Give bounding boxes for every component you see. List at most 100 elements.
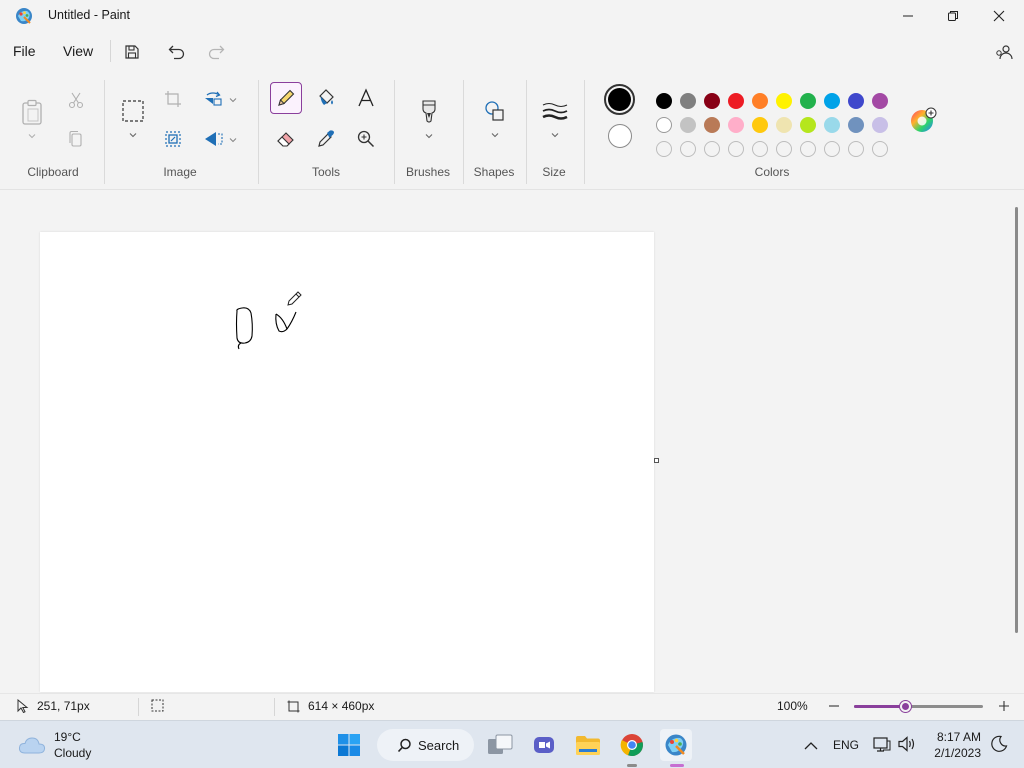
flip-button[interactable] bbox=[197, 123, 229, 155]
palette-swatch[interactable] bbox=[656, 117, 672, 133]
zoom-out-button[interactable] bbox=[826, 698, 842, 714]
brushes-button[interactable] bbox=[413, 94, 445, 130]
palette-swatch[interactable] bbox=[776, 117, 792, 133]
selection-size bbox=[151, 699, 164, 712]
custom-color-slot[interactable] bbox=[680, 141, 696, 157]
shapes-button[interactable] bbox=[479, 94, 511, 128]
canvas-resize-handle[interactable] bbox=[654, 458, 659, 463]
chrome-button[interactable] bbox=[616, 729, 648, 761]
palette-swatch[interactable] bbox=[800, 117, 816, 133]
vertical-scrollbar[interactable] bbox=[1014, 191, 1024, 693]
magnifier-tool-button[interactable] bbox=[350, 123, 382, 155]
pencil-tool-button[interactable] bbox=[270, 82, 302, 114]
moon-icon bbox=[991, 735, 1008, 752]
undo-button[interactable] bbox=[163, 38, 191, 66]
teams-chat-button[interactable] bbox=[528, 729, 560, 761]
text-tool-button[interactable] bbox=[350, 82, 382, 114]
title-bar: Untitled - Paint bbox=[0, 0, 1024, 32]
task-view-button[interactable] bbox=[484, 729, 516, 761]
redo-button[interactable] bbox=[202, 38, 230, 66]
menu-view[interactable]: View bbox=[63, 43, 93, 59]
menu-file[interactable]: File bbox=[13, 43, 36, 59]
color-wheel-icon bbox=[911, 107, 937, 132]
palette-swatch[interactable] bbox=[656, 93, 672, 109]
custom-color-slot[interactable] bbox=[848, 141, 864, 157]
color-picker-tool-button[interactable] bbox=[310, 123, 342, 155]
taskbar-search[interactable]: Search bbox=[377, 729, 474, 761]
flip-chevron-down-icon[interactable] bbox=[228, 135, 238, 145]
palette-swatch[interactable] bbox=[704, 117, 720, 133]
paint-taskbar-button[interactable] bbox=[660, 729, 692, 761]
resize-button[interactable] bbox=[157, 123, 189, 155]
paste-button[interactable] bbox=[16, 94, 48, 130]
palette-swatch[interactable] bbox=[680, 93, 696, 109]
palette-swatch[interactable] bbox=[752, 117, 768, 133]
eraser-icon bbox=[277, 132, 294, 147]
rotate-button[interactable] bbox=[197, 83, 229, 115]
palette-swatch[interactable] bbox=[728, 117, 744, 133]
custom-color-slot[interactable] bbox=[776, 141, 792, 157]
palette-swatch[interactable] bbox=[680, 117, 696, 133]
copy-button[interactable] bbox=[60, 123, 92, 155]
zoom-in-button[interactable] bbox=[996, 698, 1012, 714]
brushes-chevron-down-icon[interactable] bbox=[424, 131, 434, 141]
undo-icon bbox=[168, 45, 185, 60]
chevron-up-icon bbox=[804, 742, 818, 750]
paste-chevron-down-icon[interactable] bbox=[27, 131, 37, 141]
zoom-slider[interactable] bbox=[854, 701, 983, 712]
palette-swatch[interactable] bbox=[776, 93, 792, 109]
size-button[interactable] bbox=[539, 96, 571, 126]
zoom-slider-thumb[interactable] bbox=[899, 701, 911, 712]
eyedropper-icon bbox=[318, 130, 334, 147]
eraser-tool-button[interactable] bbox=[270, 123, 302, 155]
scrollbar-thumb[interactable] bbox=[1015, 207, 1018, 633]
palette-swatch[interactable] bbox=[704, 93, 720, 109]
custom-color-slot[interactable] bbox=[728, 141, 744, 157]
weather-widget[interactable]: 19°C Cloudy bbox=[18, 729, 91, 761]
custom-color-slot[interactable] bbox=[656, 141, 672, 157]
custom-color-slot[interactable] bbox=[824, 141, 840, 157]
network-button[interactable] bbox=[873, 736, 891, 757]
palette-swatch[interactable] bbox=[872, 117, 888, 133]
palette-swatch[interactable] bbox=[800, 93, 816, 109]
cut-button[interactable] bbox=[60, 84, 92, 116]
palette-swatch[interactable] bbox=[752, 93, 768, 109]
palette-swatch[interactable] bbox=[824, 93, 840, 109]
secondary-color-button[interactable] bbox=[608, 124, 632, 148]
palette-swatch[interactable] bbox=[728, 93, 744, 109]
edit-colors-button[interactable] bbox=[910, 107, 937, 133]
palette-swatch[interactable] bbox=[872, 93, 888, 109]
save-button[interactable] bbox=[118, 38, 146, 66]
select-button[interactable] bbox=[117, 94, 149, 128]
custom-color-slot[interactable] bbox=[704, 141, 720, 157]
rotate-chevron-down-icon[interactable] bbox=[228, 95, 238, 105]
account-button[interactable] bbox=[990, 38, 1018, 66]
restore-button[interactable] bbox=[930, 0, 976, 32]
custom-color-slot[interactable] bbox=[872, 141, 888, 157]
show-hidden-icons-button[interactable] bbox=[804, 738, 818, 756]
volume-button[interactable] bbox=[898, 736, 916, 757]
custom-color-slot[interactable] bbox=[752, 141, 768, 157]
network-icon bbox=[873, 737, 891, 752]
start-button[interactable] bbox=[333, 729, 365, 761]
file-explorer-button[interactable] bbox=[572, 729, 604, 761]
crop-button[interactable] bbox=[157, 83, 189, 115]
language-indicator[interactable]: ENG bbox=[833, 738, 859, 752]
close-button[interactable] bbox=[976, 0, 1022, 32]
drawing-canvas[interactable] bbox=[40, 232, 654, 692]
shapes-chevron-down-icon[interactable] bbox=[490, 130, 500, 140]
clock[interactable]: 8:17 AM 2/1/2023 bbox=[933, 729, 981, 761]
rectangular-select-icon bbox=[122, 100, 144, 122]
primary-color-button[interactable] bbox=[604, 84, 635, 115]
custom-color-slot[interactable] bbox=[800, 141, 816, 157]
shapes-icon bbox=[485, 101, 504, 121]
line-size-icon bbox=[542, 103, 568, 120]
focus-assist-button[interactable] bbox=[990, 735, 1008, 758]
minimize-button[interactable] bbox=[885, 0, 931, 32]
palette-swatch[interactable] bbox=[848, 93, 864, 109]
select-chevron-down-icon[interactable] bbox=[128, 130, 138, 140]
palette-swatch[interactable] bbox=[824, 117, 840, 133]
fill-tool-button[interactable] bbox=[310, 82, 342, 114]
palette-swatch[interactable] bbox=[848, 117, 864, 133]
size-chevron-down-icon[interactable] bbox=[550, 130, 560, 140]
